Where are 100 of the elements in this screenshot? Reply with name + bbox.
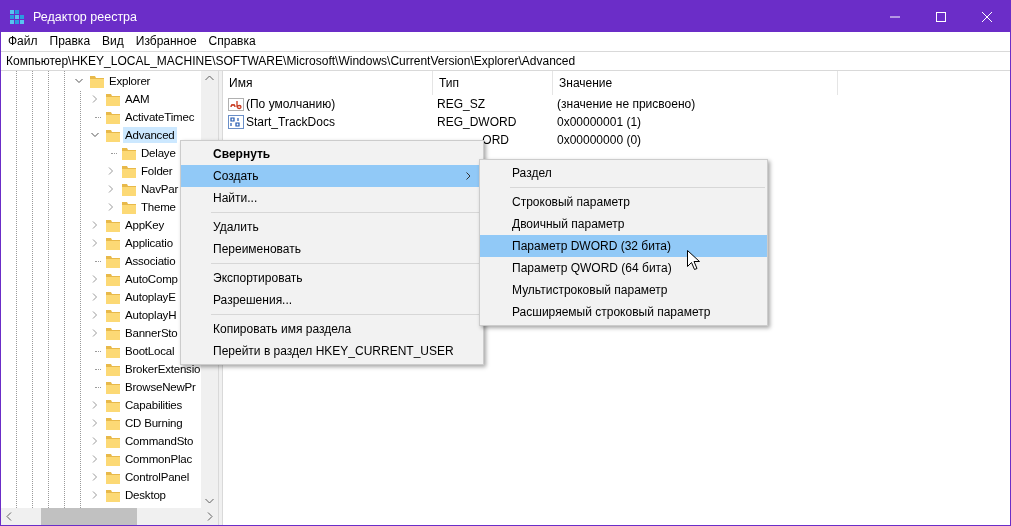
folder-icon <box>105 343 121 359</box>
column-header[interactable]: Значение <box>553 71 838 95</box>
folder-icon <box>121 163 137 179</box>
folder-icon <box>121 181 137 197</box>
tree-item[interactable]: CommonPlac <box>123 451 195 467</box>
chevron-icon[interactable] <box>107 185 115 193</box>
folder-icon <box>105 217 121 233</box>
menu-item[interactable]: Копировать имя раздела <box>181 318 483 340</box>
address-field[interactable]: Компьютер\HKEY_LOCAL_MACHINE\SOFTWARE\Microsoft\Windows\CurrentVersion\Explorer\Advanced <box>1 52 576 70</box>
tree-item[interactable]: Explorer <box>107 73 153 89</box>
cursor-icon <box>687 250 700 270</box>
menu-item[interactable]: Двоичный параметр <box>480 213 767 235</box>
table-cell: Start_TrackDocs <box>246 115 335 129</box>
tree-item[interactable]: ControlPanel <box>123 469 192 485</box>
tree-item[interactable]: Capabilities <box>123 397 185 413</box>
menu-item[interactable]: Переименовать <box>181 238 483 260</box>
chevron-icon[interactable] <box>91 455 99 463</box>
tree-item[interactable]: AutoplayE <box>123 289 178 305</box>
folder-icon <box>105 361 121 377</box>
menu-item[interactable]: Раздел <box>480 162 767 184</box>
menu-item[interactable]: Правка <box>43 32 97 51</box>
scroll-left-icon[interactable] <box>6 512 12 521</box>
chevron-icon[interactable] <box>91 491 99 499</box>
menu-item[interactable]: Удалить <box>181 216 483 238</box>
chevron-icon[interactable] <box>91 275 99 283</box>
scroll-right-icon[interactable] <box>207 512 213 521</box>
tree-item[interactable]: Folder <box>139 163 175 179</box>
chevron-icon[interactable] <box>91 95 99 103</box>
folder-icon <box>89 73 105 89</box>
folder-icon <box>105 415 121 431</box>
folder-icon <box>105 307 121 323</box>
tree-item[interactable]: Desktop <box>123 487 168 503</box>
window-title: Редактор реестра <box>33 9 138 24</box>
tree-item[interactable]: AAM <box>123 91 152 107</box>
chevron-icon[interactable] <box>91 473 99 481</box>
folder-icon <box>105 253 121 269</box>
chevron-icon[interactable] <box>91 239 99 247</box>
table-cell: 0x00000001 (1) <box>557 115 642 129</box>
tree-item[interactable]: Delaye <box>139 145 178 161</box>
tree-item[interactable]: CD Burning <box>123 415 185 431</box>
menu-item[interactable]: Параметр DWORD (32 бита) <box>480 235 767 257</box>
tree-item[interactable]: BrokerExtensio <box>123 361 201 377</box>
chevron-icon[interactable] <box>91 437 99 445</box>
folder-icon <box>105 433 121 449</box>
app-icon <box>9 8 25 25</box>
tree-item[interactable]: BootLocal <box>123 343 177 359</box>
menu-item[interactable]: Мультистроковый параметр <box>480 279 767 301</box>
folder-icon <box>105 397 121 413</box>
column-header[interactable]: Тип <box>433 71 553 95</box>
tree-item[interactable]: AutoComp <box>123 271 180 287</box>
tree-item[interactable]: ActivateTimec <box>123 109 197 125</box>
chevron-icon[interactable] <box>91 401 99 409</box>
chevron-icon[interactable] <box>91 329 99 337</box>
tree-item[interactable]: BannerSto <box>123 325 180 341</box>
chevron-icon[interactable] <box>91 131 99 139</box>
chevron-icon[interactable] <box>75 77 83 85</box>
chevron-icon[interactable] <box>91 221 99 229</box>
menu-item[interactable]: Расширяемый строковый параметр <box>480 301 767 323</box>
folder-icon <box>105 379 121 395</box>
tree-item[interactable]: BrowseNewPr <box>123 379 198 395</box>
menu-item[interactable]: Параметр QWORD (64 бита) <box>480 257 767 279</box>
table-cell: REG_SZ <box>437 97 485 111</box>
folder-icon <box>121 199 137 215</box>
tree-item[interactable]: Applicatio <box>123 235 175 251</box>
tree-item[interactable]: CommandSto <box>123 433 196 449</box>
folder-icon <box>121 145 137 161</box>
folder-icon <box>105 487 121 503</box>
menu-item[interactable]: Вид <box>96 32 130 51</box>
column-header[interactable]: Имя <box>223 71 433 95</box>
tree-item[interactable]: Advanced <box>123 127 177 143</box>
tree-item[interactable]: AutoplayH <box>123 307 179 323</box>
chevron-icon[interactable] <box>91 419 99 427</box>
menu-item[interactable]: Избранное <box>129 32 203 51</box>
menu-item[interactable]: Файл <box>2 32 44 51</box>
scroll-down-icon[interactable] <box>205 498 214 504</box>
menu-item[interactable]: Перейти в раздел HKEY_CURRENT_USER <box>181 340 483 362</box>
menu-item[interactable]: Справка <box>202 32 262 51</box>
menu-item[interactable]: Экспортировать <box>181 267 483 289</box>
tree-item[interactable]: Theme <box>139 199 178 215</box>
folder-icon <box>105 325 121 341</box>
tree-item[interactable]: AppKey <box>123 217 167 233</box>
table-cell: 0x00000000 (0) <box>557 133 642 147</box>
chevron-icon[interactable] <box>107 203 115 211</box>
string-value-icon <box>228 96 244 112</box>
folder-icon <box>105 235 121 251</box>
scrollbar-thumb[interactable] <box>41 508 137 525</box>
table-cell: ORD <box>482 133 509 147</box>
close-icon <box>982 11 992 22</box>
chevron-icon <box>466 172 471 180</box>
chevron-icon[interactable] <box>107 167 115 175</box>
chevron-icon[interactable] <box>91 311 99 319</box>
tree-item[interactable]: Associatio <box>123 253 178 269</box>
binary-value-icon <box>228 114 244 130</box>
menu-item[interactable]: Строковый параметр <box>480 191 767 213</box>
menu-item[interactable]: Свернуть <box>181 143 483 165</box>
tree-item[interactable]: NavPar <box>139 181 181 197</box>
scroll-up-icon[interactable] <box>205 75 214 81</box>
menu-item[interactable]: Найти... <box>181 187 483 209</box>
chevron-icon[interactable] <box>91 293 99 301</box>
menu-item[interactable]: Разрешения... <box>181 289 483 311</box>
